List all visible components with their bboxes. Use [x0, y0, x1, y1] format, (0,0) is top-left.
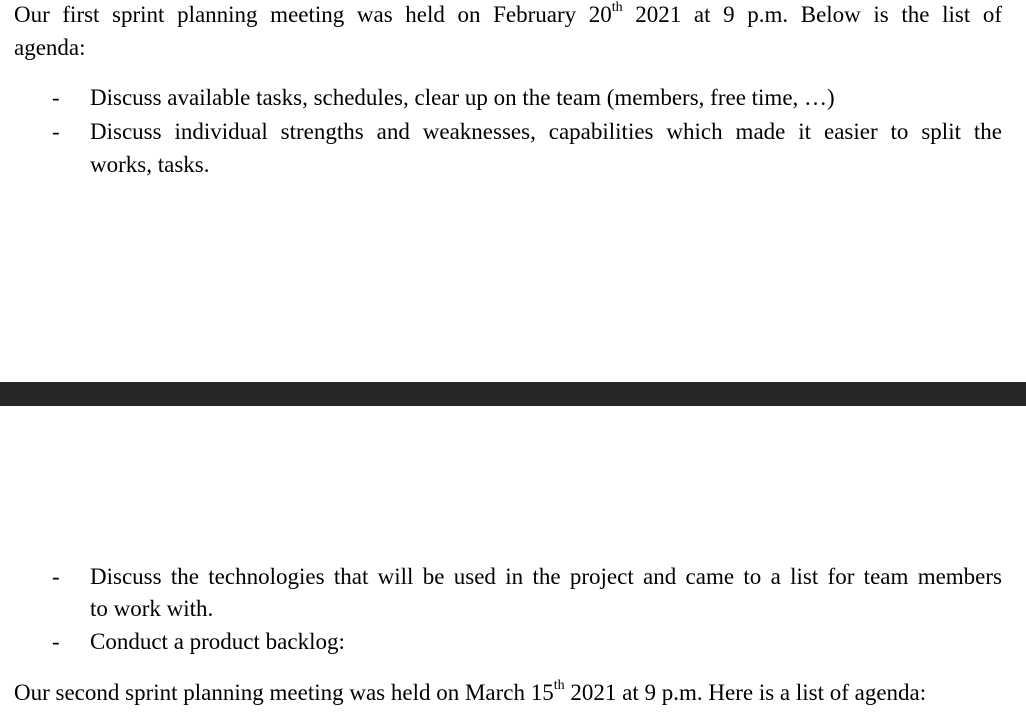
outro-text-a: Our second sprint planning meeting was h… — [14, 680, 554, 705]
bullet-dash: - — [52, 85, 60, 110]
intro-paragraph-line-2: agenda: — [14, 35, 86, 60]
page-break — [0, 382, 1026, 406]
outro-text-b: 2021 at 9 p.m. Here is a list of agenda: — [564, 680, 927, 705]
intro-superscript: th — [611, 0, 623, 15]
outro-superscript: th — [553, 678, 565, 693]
list-item-text: Discuss individual strengths and weaknes… — [90, 119, 1002, 144]
intro-paragraph-line-1: Our first sprint planning meeting was he… — [14, 0, 1002, 27]
list-item-text: Conduct a product backlog: — [90, 629, 345, 654]
list-item-text: Discuss the technologies that will be us… — [90, 564, 1002, 589]
intro-text-b: 2021 at 9 p.m. Below is the list of — [622, 2, 1002, 27]
list-item-text-continued: to work with. — [90, 596, 214, 621]
intro-text-a: Our first sprint planning meeting was he… — [14, 2, 612, 27]
outro-paragraph: Our second sprint planning meeting was h… — [14, 678, 927, 705]
bullet-dash: - — [52, 564, 60, 589]
list-item-text: Discuss available tasks, schedules, clea… — [90, 85, 835, 110]
bullet-dash: - — [52, 629, 60, 654]
list-item-text-continued: works, tasks. — [90, 152, 210, 177]
bullet-dash: - — [52, 119, 60, 144]
